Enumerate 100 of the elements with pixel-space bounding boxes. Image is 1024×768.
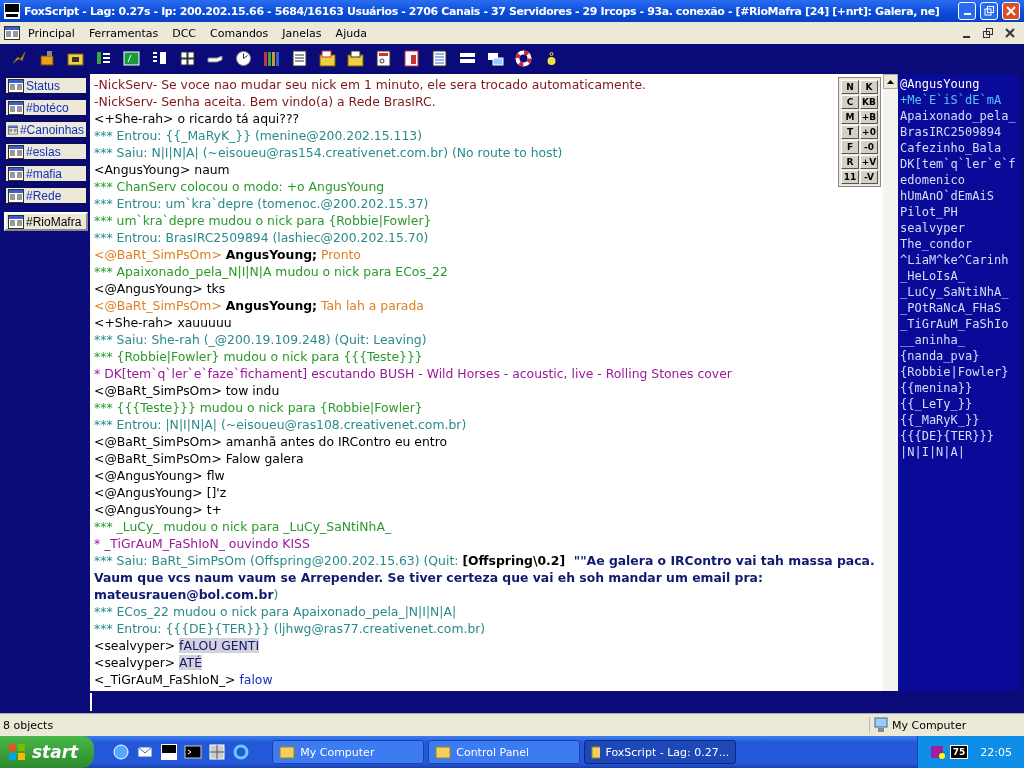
mode-button[interactable]: -V bbox=[860, 170, 878, 184]
mode-button[interactable]: N bbox=[841, 80, 859, 94]
chat-message: *** {Robbie|Fowler} mudou o nick para {{{Teste}}} bbox=[94, 348, 423, 365]
restore-icon bbox=[984, 6, 994, 16]
mode-button[interactable]: +V bbox=[860, 155, 878, 169]
mode-button[interactable]: F bbox=[841, 140, 859, 154]
nick-item[interactable]: Apaixonado_pela_ bbox=[900, 108, 1018, 124]
nick-item[interactable]: Cafezinho_Bala bbox=[900, 140, 1018, 156]
taskbar-button[interactable]: FoxScript - Lag: 0.27... bbox=[584, 740, 737, 764]
nick-item[interactable]: _POtRaNcA_FHaS bbox=[900, 300, 1018, 316]
nick-item[interactable]: {{_MaRyK_}} bbox=[900, 412, 1018, 428]
chat-message: <@BaRt_SimPsOm> amanhã antes do IRContro eu entro bbox=[94, 433, 448, 450]
nick-item[interactable]: {nanda_pva} bbox=[900, 348, 1018, 364]
nick-item[interactable]: sealvyper bbox=[900, 220, 1018, 236]
status-text: 8 objects bbox=[2, 718, 55, 732]
folder-icon bbox=[435, 744, 452, 760]
tray-badge[interactable]: 75 bbox=[949, 745, 969, 759]
menu-item[interactable]: Principal bbox=[22, 24, 81, 42]
chat-message: <@AngusYoung> t+ bbox=[94, 501, 222, 518]
chat-message: <sealvyper> fALOU GENTI bbox=[94, 637, 260, 654]
mode-button[interactable]: C bbox=[841, 95, 859, 109]
minimize-icon bbox=[962, 36, 970, 38]
chat-message: <@AngusYoung> []'z bbox=[94, 484, 227, 501]
nick-item[interactable]: __aninha_ bbox=[900, 332, 1018, 348]
chat-message: *** {{{Teste}}} mudou o nick para {Robbie|Fowler} bbox=[94, 399, 423, 416]
chat-message: <@AngusYoung> flw bbox=[94, 467, 225, 484]
chat-message: <@BaRt_SimPsOm> AngusYoung; Tah lah a parada bbox=[94, 297, 424, 314]
nick-item[interactable]: hUmAnO`dEmAiS bbox=[900, 188, 1018, 204]
chat-message: <@BaRt_SimPsOm> tow indu bbox=[94, 382, 280, 399]
fox-logo-icon bbox=[4, 3, 20, 19]
channel-tab[interactable]: #botéco bbox=[4, 98, 88, 117]
mode-button[interactable]: T bbox=[841, 125, 859, 139]
close-icon bbox=[1006, 6, 1016, 16]
restore-button[interactable] bbox=[980, 2, 998, 20]
chat-message: *** um`kra`depre mudou o nick para {Robbie|Fowler} bbox=[94, 212, 432, 229]
nick-item[interactable]: _HeLoIsA_ bbox=[900, 268, 1018, 284]
nick-item[interactable]: BrasIRC2509894 bbox=[900, 124, 1018, 140]
scrollbar[interactable] bbox=[883, 74, 898, 691]
menu-item[interactable]: Ferramentas bbox=[82, 24, 165, 42]
envelope-icon[interactable] bbox=[136, 743, 155, 761]
mode-button[interactable]: +0 bbox=[860, 125, 878, 139]
channel-tab[interactable]: Status bbox=[4, 76, 88, 95]
channel-tab[interactable]: #Rede bbox=[4, 186, 88, 205]
mode-button[interactable]: -0 bbox=[860, 140, 878, 154]
nick-item[interactable]: DK[tem`q`ler`e`f bbox=[900, 156, 1018, 172]
chat-message: *** Entrou: {{{DE}{TER}}} (ljhwg@ras77.creativenet.com.br) bbox=[94, 620, 486, 637]
channel-tab[interactable]: #RioMafra bbox=[4, 212, 88, 231]
chat-message: * _TiGrAuM_FaShIoN_ ouvindo KISS bbox=[94, 535, 310, 552]
close-icon bbox=[1005, 28, 1015, 38]
channel-tab[interactable]: #eslas bbox=[4, 142, 88, 161]
nick-item[interactable]: {{menina}} bbox=[900, 380, 1018, 396]
globe-icon[interactable] bbox=[112, 743, 131, 761]
chat-message: -NickServ- Se voce nao mudar seu nick em 1 minuto, ele sera trocado automaticamente. bbox=[94, 76, 646, 93]
clock: 22:05 bbox=[980, 745, 1012, 759]
mode-button[interactable]: M bbox=[841, 110, 859, 124]
window-title: FoxScript - Lag: 0.27s - Ip: 200.202.15.66 - 5684/16163 Usuários - 2706 Canais - 37 Servidores - 29 Ircops - 93a. conexão - [#RioMafra [24] [+nrt]: Galera, ne] bbox=[24, 4, 941, 18]
nick-item[interactable]: @AngusYoung bbox=[900, 76, 1018, 92]
taskbar-button[interactable]: Control Panel bbox=[428, 740, 581, 764]
scroll-up-button[interactable] bbox=[883, 74, 898, 89]
fox-logo-icon[interactable] bbox=[160, 743, 179, 761]
taskbar-button[interactable]: My Computer bbox=[272, 740, 425, 764]
terminal-icon[interactable] bbox=[184, 743, 203, 761]
chat-message: *** Saiu: BaRt_SimPsOm (Offspring@200.202.15.63) (Quit: [Offspring\0.2] ""Ae galera o IRContro vai tah massa paca. Vaum que vcs naum vaum se Arrepender. Se tiver certeza que vai eh soh mandar um email pra: mateusrauen@bol.com.br) bbox=[94, 552, 876, 603]
folder-icon[interactable] bbox=[344, 47, 366, 69]
channel-tab[interactable]: #mafia bbox=[4, 164, 88, 183]
tray-app-icon[interactable] bbox=[929, 744, 946, 760]
chat-message: <@BaRt_SimPsOm> Falow galera bbox=[94, 450, 304, 467]
nick-item[interactable]: +Me`E`iS`dE`mA bbox=[900, 92, 1018, 108]
mode-button[interactable]: R bbox=[841, 155, 859, 169]
nick-item[interactable]: The_condor bbox=[900, 236, 1018, 252]
mode-button[interactable]: +B bbox=[860, 110, 878, 124]
menu-item[interactable]: Comandos bbox=[204, 24, 275, 42]
nick-item[interactable]: Pilot_PH bbox=[900, 204, 1018, 220]
nick-item[interactable]: {Robbie|Fowler} bbox=[900, 364, 1018, 380]
mode-button[interactable]: KB bbox=[860, 95, 878, 109]
menu-item[interactable]: DCC bbox=[166, 24, 203, 42]
nick-item[interactable]: _LuCy_SaNtiNhA_ bbox=[900, 284, 1018, 300]
mode-button[interactable]: 11 bbox=[841, 170, 859, 184]
channel-tab[interactable]: #Canoinhas bbox=[4, 120, 88, 139]
folder-icon[interactable] bbox=[316, 47, 338, 69]
mode-button[interactable]: K bbox=[860, 80, 878, 94]
browser-icon[interactable] bbox=[232, 743, 251, 761]
status-location: My Computer bbox=[892, 718, 967, 732]
chat-message: *** Entrou: um`kra`depre (tomenoc.@200.202.15.37) bbox=[94, 195, 429, 212]
minimize-button[interactable] bbox=[958, 2, 976, 20]
nick-item[interactable]: |N|I|N|A| bbox=[900, 444, 1018, 460]
chat-message: -NickServ- Senha aceita. Bem vindo(a) a Rede BrasIRC. bbox=[94, 93, 436, 110]
document-icon bbox=[4, 26, 20, 40]
nick-item[interactable]: {{{DE}{TER}}} bbox=[900, 428, 1018, 444]
chat-message: *** ECos_22 mudou o nick para Apaixonado_pela_|N|I|N|A| bbox=[94, 603, 457, 620]
nick-item[interactable]: _TiGrAuM_FaShIo bbox=[900, 316, 1018, 332]
menu-item[interactable]: Janelas bbox=[276, 24, 328, 42]
nick-item[interactable]: edomenico bbox=[900, 172, 1018, 188]
nick-item[interactable]: ^LiaM^ke^Carinh bbox=[900, 252, 1018, 268]
folder-icon bbox=[279, 744, 296, 760]
chat-message: <+She-rah> o ricardo tá aqui??? bbox=[94, 110, 300, 127]
chat-message: *** Apaixonado_pela_N|I|N|A mudou o nick para ECos_22 bbox=[94, 263, 448, 280]
chat-message: <+She-rah> xauuuuu bbox=[94, 314, 232, 331]
menu-item[interactable]: Ajuda bbox=[329, 24, 373, 42]
nick-item[interactable]: {{_LeTy_}} bbox=[900, 396, 1018, 412]
